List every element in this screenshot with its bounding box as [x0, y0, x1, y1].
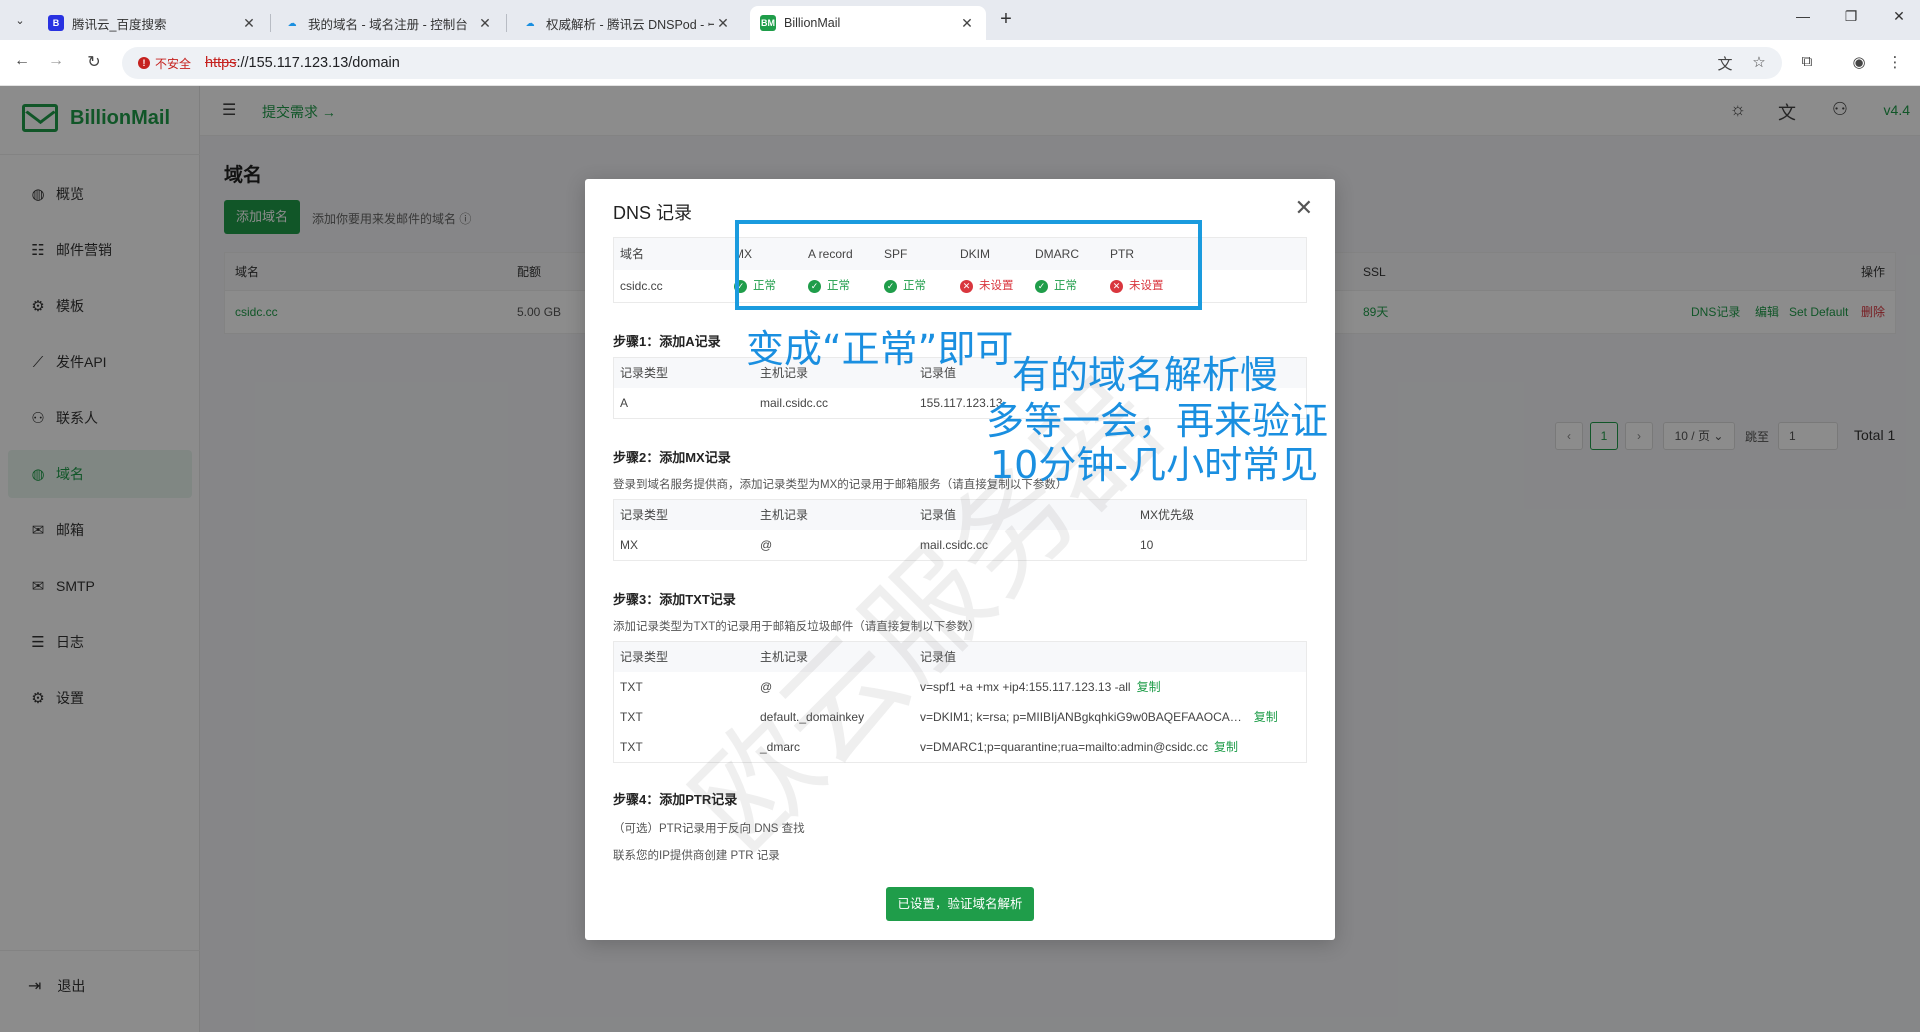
status-column-header: 域名: [620, 247, 645, 261]
step2-title: 步骤2：添加MX记录: [613, 450, 731, 465]
browser-menu-icon[interactable]: ⋮: [1884, 53, 1906, 71]
annotation-text: 10分钟-几小时常见: [990, 443, 1319, 487]
reload-icon[interactable]: ↻: [82, 52, 106, 72]
cloud-favicon-icon: ☁: [525, 17, 535, 28]
cloud-favicon-icon: ☁: [287, 17, 297, 28]
browser-toolbar: ← → ↻ ! 不安全 https://155.117.123.13/domai…: [0, 40, 1920, 86]
browser-tabbar: ⌄ B 腾讯云_百度搜索 ✕ ☁ 我的域名 - 域名注册 - 控制台 ✕ ☁ 权…: [0, 0, 1920, 40]
back-icon[interactable]: ←: [10, 52, 34, 70]
minimize-icon[interactable]: —: [1788, 8, 1818, 24]
bookmark-star-icon[interactable]: ☆: [1748, 53, 1770, 71]
copy-dmarc-button[interactable]: 复制: [1214, 740, 1238, 754]
step1-title: 步骤1：添加A记录: [613, 334, 721, 349]
warning-icon: !: [138, 57, 150, 69]
copy-spf-button[interactable]: 复制: [1137, 680, 1161, 694]
browser-tab-active[interactable]: BM BillionMail ✕: [750, 6, 986, 40]
close-tab-icon[interactable]: ✕: [240, 15, 258, 32]
status-highlight-box: [735, 220, 1202, 310]
verify-dns-button[interactable]: 已设置，验证域名解析: [886, 887, 1034, 921]
extensions-icon[interactable]: ⧉: [1796, 53, 1818, 70]
close-window-icon[interactable]: ✕: [1884, 8, 1914, 25]
close-tab-icon[interactable]: ✕: [714, 15, 732, 32]
baidu-favicon-icon: B: [48, 15, 64, 31]
dialog-title: DNS 记录: [613, 203, 693, 223]
status-domain: csidc.cc: [620, 279, 663, 293]
forward-icon[interactable]: →: [44, 52, 68, 70]
profile-icon[interactable]: ◉: [1848, 53, 1870, 71]
restore-icon[interactable]: ❐: [1836, 8, 1866, 25]
browser-tab[interactable]: ☁ 权威解析 - 腾讯云 DNSPod - ꟷ ✕: [512, 6, 742, 40]
translate-icon[interactable]: 文: [1714, 53, 1736, 74]
browser-tab[interactable]: B 腾讯云_百度搜索 ✕: [38, 6, 268, 40]
step3-title: 步骤3：添加TXT记录: [613, 592, 736, 607]
billionmail-favicon-icon: BM: [760, 15, 776, 31]
copy-dkim-button[interactable]: 复制: [1254, 710, 1278, 724]
close-icon[interactable]: ✕: [1295, 195, 1313, 221]
close-tab-icon[interactable]: ✕: [958, 15, 976, 32]
security-indicator[interactable]: ! 不安全: [130, 52, 199, 75]
tab-search-button[interactable]: ⌄: [6, 8, 34, 32]
browser-tab[interactable]: ☁ 我的域名 - 域名注册 - 控制台 ✕: [274, 6, 504, 40]
url-text[interactable]: https://155.117.123.13/domain: [205, 55, 400, 71]
new-tab-button[interactable]: +: [994, 8, 1018, 32]
annotation-text: 变成“正常”即可: [746, 327, 1014, 371]
close-tab-icon[interactable]: ✕: [476, 15, 494, 32]
address-bar[interactable]: ! 不安全 https://155.117.123.13/domain: [122, 47, 1782, 79]
